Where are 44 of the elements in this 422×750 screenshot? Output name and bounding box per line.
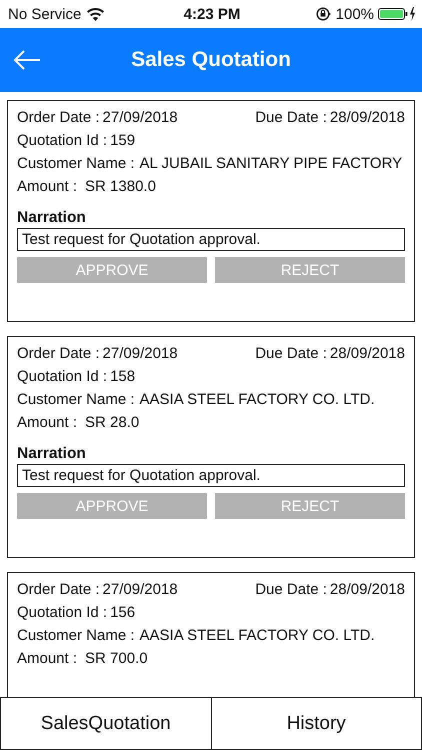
order-date-value: 27/09/2018 (102, 345, 178, 362)
narration-label: Narration (17, 209, 87, 227)
clock-time: 4:23 PM (184, 6, 240, 22)
battery-percent: 100% (336, 6, 374, 22)
due-date-value: 28/09/2018 (330, 345, 405, 362)
rotation-lock-icon (316, 7, 332, 21)
amount-label: Amount : (17, 414, 78, 431)
carrier-text: No Service (8, 6, 82, 22)
order-date-label: Order Date : (17, 345, 100, 362)
quotation-id-label: Quotation Id : (17, 368, 108, 385)
order-date-label: Order Date : (17, 109, 100, 126)
narration-field[interactable]: Test request for Quotation approval. (17, 464, 405, 487)
page-title: Sales Quotation (130, 48, 292, 72)
quotation-id-label: Quotation Id : (17, 604, 108, 621)
narration-field[interactable]: Test request for Quotation approval. (17, 228, 405, 251)
quotation-id-value: 156 (110, 604, 136, 621)
due-date-value: 28/09/2018 (330, 109, 405, 126)
battery-charging-icon (378, 7, 416, 21)
quotation-id-value: 158 (110, 368, 136, 385)
customer-name-label: Customer Name : (17, 155, 135, 172)
wifi-icon (87, 8, 104, 20)
amount-value: SR 1380.0 (85, 178, 156, 195)
back-button[interactable] (12, 48, 42, 72)
amount-label: Amount : (17, 178, 78, 195)
customer-name-label: Customer Name : (17, 391, 135, 408)
order-date-value: 27/09/2018 (102, 109, 178, 126)
due-date-label: Due Date : (255, 581, 327, 598)
amount-label: Amount : (17, 650, 78, 667)
tab-button[interactable]: History (212, 697, 422, 750)
due-date-label: Due Date : (255, 109, 327, 126)
amount-value: SR 28.0 (85, 414, 140, 431)
amount-value: SR 700.0 (85, 650, 148, 667)
customer-name-value: AL JUBAIL SANITARY PIPE FACTORY (140, 155, 404, 172)
due-date-label: Due Date : (255, 345, 327, 362)
narration-label: Narration (17, 445, 87, 463)
customer-name-value: AASIA STEEL FACTORY CO. LTD. (140, 627, 376, 644)
quotation-id-label: Quotation Id : (17, 132, 108, 149)
order-date-value: 27/09/2018 (102, 581, 178, 598)
customer-name-label: Customer Name : (17, 627, 135, 644)
quotation-id-value: 159 (110, 132, 136, 149)
order-date-label: Order Date : (17, 581, 100, 598)
customer-name-value: AASIA STEEL FACTORY CO. LTD. (140, 391, 376, 408)
tab-button[interactable]: SalesQuotation (0, 697, 212, 750)
due-date-value: 28/09/2018 (330, 581, 405, 598)
